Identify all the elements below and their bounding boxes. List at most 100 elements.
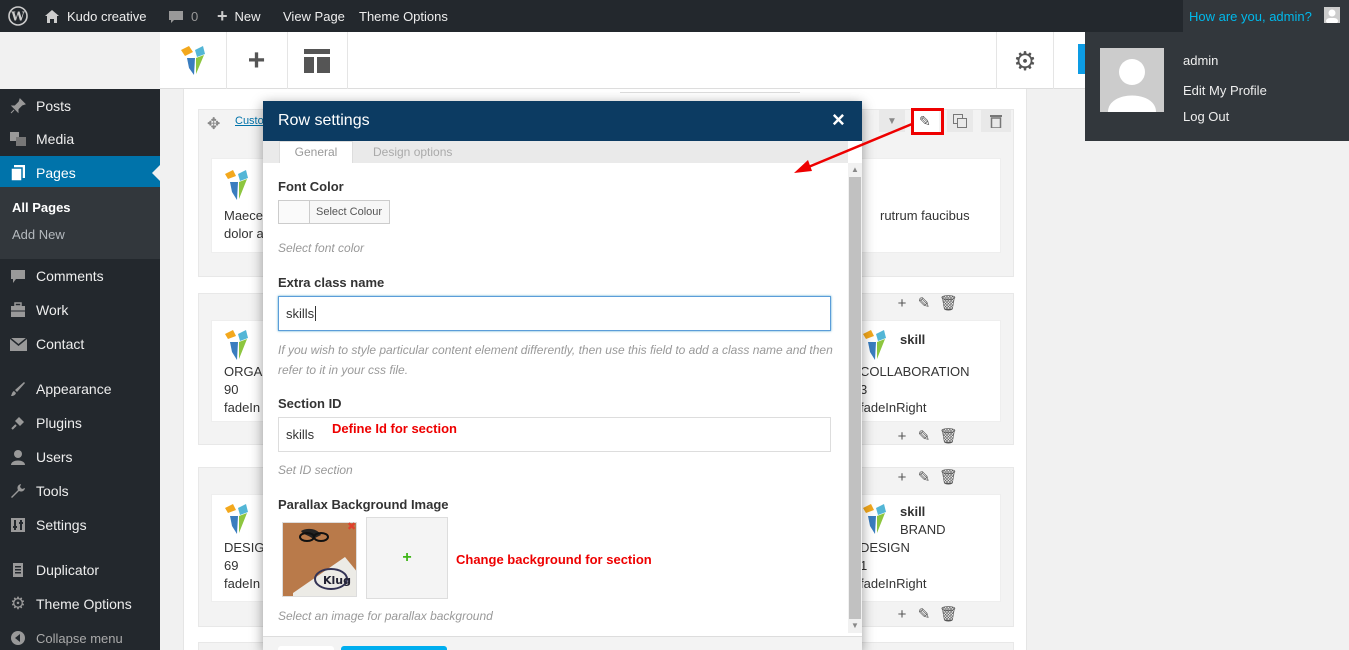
comments-link[interactable]: 0	[168, 0, 198, 32]
trash-icon	[990, 115, 1002, 128]
sidebar-item-label: Work	[36, 302, 69, 318]
sidebar-item-label: Media	[36, 131, 75, 147]
extra-class-help: If you wish to style particular content …	[278, 343, 833, 377]
composer-element-icon	[863, 504, 886, 534]
element-text: COLLABORATION	[860, 364, 970, 379]
site-name: Kudo creative	[67, 8, 147, 24]
custom-link[interactable]: Custo	[235, 115, 264, 127]
sidebar-item-label: Appearance	[36, 381, 112, 397]
sidebar-item-label: Settings	[36, 517, 87, 533]
extra-class-input[interactable]: skills	[278, 296, 831, 331]
sidebar-item-users[interactable]: Users	[0, 440, 160, 474]
copy-icon	[9, 561, 27, 579]
scroll-down-icon[interactable]: ▼	[851, 621, 859, 630]
element-text: fadeIn	[224, 576, 261, 591]
submenu-all-pages[interactable]: All Pages	[12, 200, 71, 215]
tab-general[interactable]: General	[279, 141, 353, 163]
pencil-icon[interactable]: ✎	[917, 470, 931, 485]
close-button[interactable]	[278, 646, 334, 650]
sidebar-item-plugins[interactable]: Plugins	[0, 406, 160, 440]
sidebar-item-comments[interactable]: Comments	[0, 259, 160, 293]
tab-indicator	[620, 89, 800, 93]
avatar	[1100, 48, 1164, 112]
trash-icon[interactable]: 🗑	[939, 429, 958, 444]
column-card[interactable]: skill BRAND DESIGN 1 fadeInRight	[859, 494, 1001, 602]
add-icon[interactable]: +	[895, 607, 909, 622]
element-text: 90	[224, 382, 239, 397]
element-text: dolor a	[224, 226, 264, 241]
sidebar-item-label: Comments	[36, 268, 104, 284]
remove-image-icon[interactable]: ✖	[347, 520, 356, 533]
tab-design-options[interactable]: Design options	[373, 141, 452, 163]
add-icon[interactable]: +	[895, 470, 909, 485]
sidebar-item-settings[interactable]: Settings	[0, 508, 160, 542]
sidebar-item-duplicator[interactable]: Duplicator	[0, 553, 160, 587]
new-content-link[interactable]: + New	[217, 0, 261, 32]
element-title: skill	[900, 332, 926, 347]
section-id-value: skills	[286, 427, 315, 442]
collapse-menu-button[interactable]: Collapse menu	[0, 621, 160, 650]
add-element-button[interactable]: +	[226, 32, 287, 89]
row-settings-modal: Row settings × General Design options Fo…	[263, 101, 862, 650]
templates-icon	[304, 48, 330, 73]
submenu-add-new[interactable]: Add New	[12, 227, 65, 242]
column-controls: + ✎ 🗑	[895, 296, 958, 311]
delete-row-button[interactable]	[981, 110, 1011, 132]
modal-scrollbar[interactable]: ▲ ▼	[848, 163, 862, 633]
theme-options-link[interactable]: Theme Options	[359, 0, 448, 32]
pencil-icon[interactable]: ✎	[917, 296, 931, 311]
trash-icon[interactable]: 🗑	[939, 607, 958, 622]
sidebar-item-work[interactable]: Work	[0, 293, 160, 327]
add-image-button[interactable]: +	[366, 517, 448, 599]
edit-profile-link[interactable]: Edit My Profile	[1183, 83, 1267, 98]
sidebar-item-label: Users	[36, 449, 73, 465]
select-colour-button[interactable]: Select Colour	[278, 200, 390, 224]
save-button[interactable]	[341, 646, 447, 650]
sidebar-item-media[interactable]: Media	[0, 122, 160, 156]
trash-icon[interactable]: 🗑	[939, 296, 958, 311]
comments-count: 0	[191, 8, 199, 24]
sidebar-item-label: Duplicator	[36, 562, 100, 578]
scrollbar-thumb[interactable]	[849, 177, 861, 619]
sidebar-item-label: Pages	[36, 165, 76, 181]
parallax-image-thumbnail[interactable]: Klug	[282, 522, 357, 597]
sidebar-item-tools[interactable]: Tools	[0, 474, 160, 508]
wrench-icon	[9, 482, 27, 500]
pencil-icon[interactable]: ✎	[917, 429, 931, 444]
collapse-icon	[9, 629, 27, 647]
sidebar-item-posts[interactable]: Posts	[0, 89, 160, 123]
trash-icon[interactable]: 🗑	[939, 470, 958, 485]
element-text: fadeIn	[224, 400, 261, 415]
site-name-link[interactable]: Kudo creative	[44, 0, 147, 32]
column-card[interactable]: Maece dolor a	[211, 158, 271, 253]
sidebar-item-appearance[interactable]: Appearance	[0, 372, 160, 406]
composer-logo-icon[interactable]	[160, 32, 226, 89]
add-icon[interactable]: +	[895, 429, 909, 444]
username[interactable]: admin	[1183, 53, 1218, 68]
templates-button[interactable]	[287, 32, 347, 89]
section-id-annotation: Define Id for section	[332, 421, 457, 436]
column-card[interactable]: DESIGN 69 fadeIn	[211, 494, 274, 602]
composer-element-icon	[863, 330, 886, 360]
sidebar-item-label: Posts	[36, 98, 72, 114]
column-card[interactable]: skill COLLABORATION 3 fadeInRight	[859, 320, 1001, 422]
modal-title: Row settings	[278, 112, 370, 129]
add-icon[interactable]: +	[895, 296, 909, 311]
sidebar-item-contact[interactable]: Contact	[0, 327, 160, 361]
view-page-link[interactable]: View Page	[283, 0, 345, 32]
wordpress-logo-icon[interactable]: W	[8, 0, 28, 32]
pencil-icon[interactable]: ✎	[917, 607, 931, 622]
page-settings-button[interactable]: ⚙	[997, 32, 1053, 89]
clone-row-button[interactable]	[947, 110, 973, 132]
extra-class-label: Extra class name	[278, 275, 385, 290]
element-text: DESIGN	[860, 540, 910, 555]
user-dropdown: admin Edit My Profile Log Out	[1085, 32, 1349, 141]
move-icon[interactable]: ✥	[207, 114, 220, 134]
sidebar-item-theme-options[interactable]: ⚙ Theme Options	[0, 587, 160, 621]
column-card[interactable]: ORGAN 90 fadeIn	[211, 320, 272, 422]
background-annotation: Change background for section	[456, 552, 652, 567]
gear-icon: ⚙	[10, 594, 26, 613]
logout-link[interactable]: Log Out	[1183, 109, 1229, 124]
sidebar-item-pages[interactable]: Pages	[0, 156, 160, 190]
my-account-link[interactable]: How are you, admin?	[1183, 0, 1349, 32]
